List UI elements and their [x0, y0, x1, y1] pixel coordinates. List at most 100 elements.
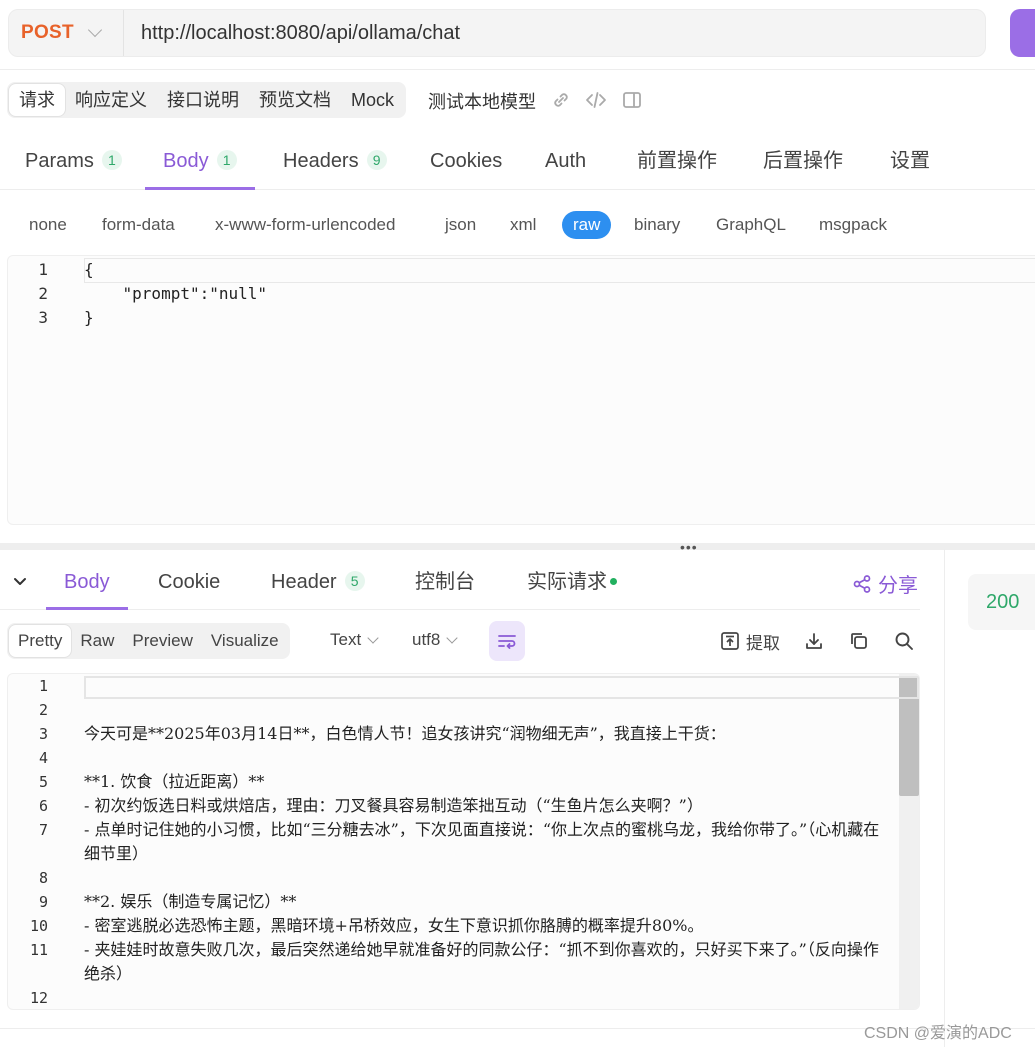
download-icon[interactable] — [804, 630, 824, 652]
code-icon[interactable] — [585, 89, 607, 111]
link-icon[interactable] — [550, 89, 572, 111]
encoding-select-value: utf8 — [412, 630, 441, 649]
body-type-graphql[interactable]: GraphQL — [716, 211, 786, 239]
request-body-editor[interactable]: 1 { 2 "prompt":"null" 3 } — [7, 255, 1035, 525]
body-type-msgpack[interactable]: msgpack — [819, 211, 887, 239]
line-number: 2 — [38, 701, 48, 719]
tab-cookies[interactable]: Cookies — [430, 135, 502, 190]
layout-panel-icon[interactable] — [621, 89, 643, 111]
tab-console[interactable]: 控制台 — [415, 555, 475, 610]
response-body-viewer[interactable]: 1 2 3 今天可是**2025年03月14日**，白色情人节！追女孩讲究“润物… — [7, 673, 920, 1010]
line-number: 4 — [38, 749, 48, 767]
view-visualize[interactable]: Visualize — [202, 625, 288, 657]
body-type-binary[interactable]: binary — [634, 211, 680, 239]
share-button[interactable]: 分享 — [852, 569, 918, 598]
view-raw[interactable]: Raw — [71, 625, 123, 657]
response-line: - 初次约饭选日料或烘焙店，理由：刀叉餐具容易制造笨拙互动（“生鱼片怎么夹啊？”… — [84, 796, 703, 815]
count-badge: 1 — [216, 150, 237, 170]
tab-headers[interactable]: Headers 9 — [283, 135, 387, 190]
code-line: } — [84, 308, 94, 327]
drag-handle-icon[interactable]: ••• — [680, 540, 698, 554]
body-type-raw[interactable]: raw — [562, 211, 612, 239]
tab-response-definition[interactable]: 响应定义 — [65, 84, 157, 116]
share-label: 分享 — [878, 575, 918, 597]
tab-actual-request[interactable]: 实际请求 — [527, 555, 617, 610]
top-tabs: 请求 响应定义 接口说明 预览文档 Mock — [7, 82, 407, 118]
format-select[interactable]: Text — [330, 630, 379, 650]
count-badge: 5 — [344, 571, 365, 591]
tab-label: 实际请求 — [527, 571, 607, 593]
chevron-down-icon — [87, 22, 103, 38]
body-type-form-data[interactable]: form-data — [102, 211, 175, 239]
code-line: { — [84, 260, 94, 279]
pane-splitter[interactable] — [0, 543, 1035, 550]
collapse-chevron-icon[interactable] — [12, 574, 28, 590]
tab-response-header[interactable]: Header 5 — [271, 555, 365, 610]
body-type-urlencoded[interactable]: x-www-form-urlencoded — [215, 211, 395, 239]
current-line-highlight — [84, 676, 919, 699]
view-mode-tabs: Pretty Raw Preview Visualize — [7, 623, 290, 659]
tab-params[interactable]: Params 1 — [25, 135, 122, 190]
response-tabs: Body Cookie Header 5 控制台 实际请求 — [0, 555, 920, 610]
method-select[interactable]: POST — [9, 10, 124, 56]
send-button[interactable] — [1010, 9, 1035, 57]
tab-preview-doc[interactable]: 预览文档 — [249, 84, 341, 116]
active-tab-indicator — [46, 607, 128, 610]
share-icon — [853, 574, 871, 593]
tab-settings[interactable]: 设置 — [890, 135, 930, 190]
status-code: 200 — [968, 574, 1035, 630]
line-number: 1 — [38, 260, 48, 279]
line-number: 10 — [29, 917, 48, 935]
extract-label: 提取 — [746, 633, 780, 653]
tab-label: Header — [271, 571, 337, 593]
tab-response-body[interactable]: Body — [46, 555, 128, 610]
format-select-value: Text — [330, 630, 362, 649]
count-badge: 9 — [366, 150, 387, 170]
tab-mock[interactable]: Mock — [341, 84, 404, 116]
tab-request[interactable]: 请求 — [9, 84, 65, 116]
response-line: 今天可是**2025年03月14日**，白色情人节！追女孩讲究“润物细无声”，我… — [84, 724, 726, 743]
count-badge: 1 — [101, 150, 122, 170]
line-number: 9 — [38, 893, 48, 911]
tab-api-description[interactable]: 接口说明 — [157, 84, 249, 116]
request-tabs: Params 1 Body 1 Headers 9 Cookies Auth 前置操作… — [0, 135, 1035, 190]
tab-label: Body — [64, 571, 110, 593]
tab-body[interactable]: Body 1 — [145, 135, 255, 190]
body-type-json[interactable]: json — [445, 211, 476, 239]
tab-label: Params — [25, 150, 94, 172]
tab-auth[interactable]: Auth — [545, 135, 586, 190]
status-dot — [610, 578, 617, 585]
response-line: - 点单时记住她的小习惯，比如“三分糖去冰”，下次见面直接说：“你上次点的蜜桃乌… — [84, 820, 880, 863]
extract-icon — [721, 632, 739, 650]
tab-response-cookie[interactable]: Cookie — [158, 555, 220, 610]
interface-name[interactable]: 测试本地模型 — [428, 88, 536, 114]
chevron-down-icon — [446, 631, 459, 644]
word-wrap-icon — [498, 635, 516, 649]
body-type-xml[interactable]: xml — [510, 211, 536, 239]
method-label: POST — [21, 22, 74, 43]
body-type-none[interactable]: none — [29, 211, 67, 239]
watermark: CSDN @爱演的ADC — [864, 1025, 1012, 1042]
view-pretty[interactable]: Pretty — [9, 625, 72, 657]
line-number: 11 — [29, 941, 48, 959]
encoding-select[interactable]: utf8 — [412, 630, 459, 650]
line-number: 3 — [38, 308, 48, 327]
line-number: 5 — [38, 773, 48, 791]
copy-icon[interactable] — [849, 630, 869, 652]
tab-pre-operations[interactable]: 前置操作 — [637, 135, 717, 190]
url-input[interactable]: http://localhost:8080/api/ollama/chat — [124, 22, 460, 45]
line-number: 8 — [38, 869, 48, 887]
active-tab-indicator — [145, 187, 255, 190]
line-number: 12 — [29, 989, 48, 1007]
word-wrap-button[interactable] — [489, 621, 525, 661]
search-icon[interactable] — [894, 630, 914, 652]
current-line-highlight — [84, 258, 1035, 283]
line-number: 7 — [38, 821, 48, 839]
view-preview[interactable]: Preview — [123, 625, 201, 657]
line-number: 3 — [38, 725, 48, 743]
code-line: "prompt":"null" — [84, 284, 268, 303]
chevron-down-icon — [367, 631, 379, 644]
tab-post-operations[interactable]: 后置操作 — [763, 135, 843, 190]
extract-button[interactable]: 提取 — [720, 630, 780, 653]
line-number: 2 — [38, 284, 48, 303]
